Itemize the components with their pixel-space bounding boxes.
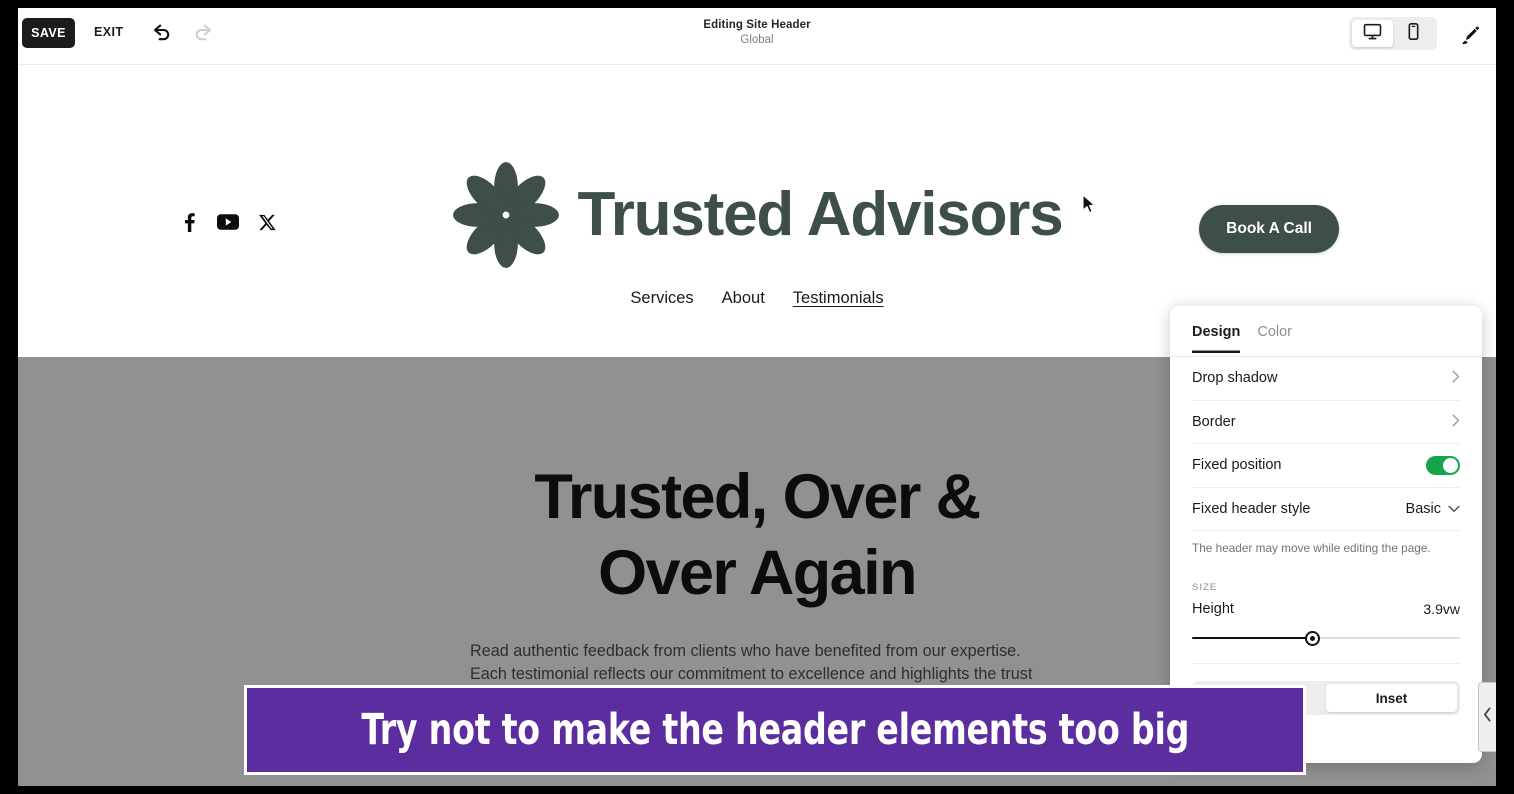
toggle-knob (1443, 457, 1458, 473)
caption-banner: Try not to make the header elements too … (244, 685, 1306, 775)
caption-text: Try not to make the header elements too … (361, 705, 1189, 755)
slider-fill (1192, 637, 1313, 639)
height-slider[interactable] (1192, 629, 1460, 647)
nav-item-about[interactable]: About (722, 289, 765, 308)
site-canvas: Trusted Advisors Book A Call Services Ab… (18, 65, 1496, 786)
fixed-header-style-value: Basic (1405, 500, 1441, 517)
save-button-label: SAVE (31, 26, 66, 40)
height-row: Height 3.9vw (1192, 601, 1460, 617)
panel-row-drop-shadow[interactable]: Drop shadow (1192, 357, 1460, 401)
nav-item-testimonials[interactable]: Testimonials (793, 289, 884, 308)
panel-row-fixed-position[interactable]: Fixed position (1192, 444, 1460, 488)
exit-button[interactable]: EXIT (94, 25, 123, 39)
chevron-down-icon (1448, 501, 1460, 517)
segment-inset[interactable]: Inset (1326, 684, 1457, 712)
desktop-monitor-icon (1363, 22, 1382, 46)
book-a-call-label: Book A Call (1226, 220, 1312, 237)
save-button[interactable]: SAVE (22, 18, 75, 48)
design-panel-tabs: Design Color (1170, 306, 1482, 357)
device-toggle-mobile[interactable] (1393, 20, 1434, 47)
slider-thumb[interactable] (1305, 631, 1321, 646)
book-a-call-button[interactable]: Book A Call (1199, 205, 1339, 253)
flower-asterisk-logo-icon (452, 161, 560, 269)
redo-arrow-icon[interactable] (190, 20, 218, 48)
site-editor-app: SAVE EXIT Editing Site Header Global Tru… (18, 8, 1496, 786)
height-label: Height (1192, 601, 1234, 617)
size-section-label: SIZE (1192, 582, 1218, 593)
device-toggle-desktop[interactable] (1352, 20, 1393, 47)
panel-row-fixed-header-style[interactable]: Fixed header style Basic (1192, 488, 1460, 531)
fixed-header-style-select[interactable]: Basic (1406, 501, 1460, 517)
site-logo-text: Trusted Advisors (577, 180, 1064, 249)
panel-divider (1192, 663, 1460, 664)
drop-shadow-label: Drop shadow (1192, 370, 1278, 387)
exit-button-label: EXIT (94, 25, 124, 39)
fixed-position-label: Fixed position (1192, 457, 1282, 474)
chevron-left-icon (1483, 707, 1492, 727)
border-label: Border (1192, 413, 1236, 430)
height-value: 3.9vw (1423, 601, 1460, 617)
document-title-block: Editing Site Header Global (18, 18, 1496, 48)
undo-arrow-icon[interactable] (147, 20, 175, 48)
editor-toolbar: SAVE EXIT Editing Site Header Global (18, 8, 1496, 65)
fixed-position-toggle[interactable] (1426, 455, 1460, 475)
panel-collapse-handle[interactable] (1478, 682, 1496, 752)
tab-design[interactable]: Design (1192, 310, 1240, 353)
fixed-header-style-label: Fixed header style (1192, 500, 1311, 517)
page-subtitle: Global (740, 34, 774, 46)
screenshot-frame: SAVE EXIT Editing Site Header Global Tru… (0, 0, 1514, 794)
nav-item-services[interactable]: Services (630, 289, 693, 308)
chevron-right-icon (1452, 414, 1460, 430)
fixed-header-note: The header may move while editing the pa… (1192, 541, 1431, 555)
chevron-right-icon (1452, 370, 1460, 386)
paintbrush-icon[interactable] (1456, 21, 1484, 49)
mobile-phone-icon (1404, 22, 1423, 46)
tab-color[interactable]: Color (1257, 310, 1292, 353)
device-preview-toggle[interactable] (1349, 17, 1437, 50)
page-title: Editing Site Header (703, 19, 811, 31)
panel-row-border[interactable]: Border (1192, 401, 1460, 444)
